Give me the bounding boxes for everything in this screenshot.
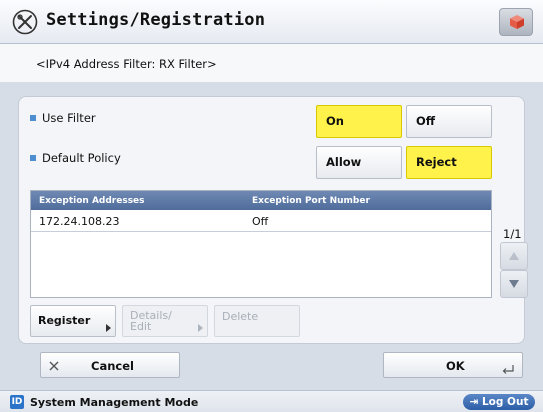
cancel-label: Cancel: [91, 359, 134, 373]
use-filter-on-button[interactable]: On: [316, 105, 402, 138]
column-header-port: Exception Port Number: [252, 196, 370, 206]
details-edit-button[interactable]: Details/ Edit: [122, 305, 208, 337]
ok-label: OK: [446, 359, 465, 373]
delete-button[interactable]: Delete: [214, 305, 300, 337]
settings-screen: Settings/Registration <IPv4 Address Filt…: [0, 0, 543, 412]
logout-label: Log Out: [481, 396, 529, 408]
use-filter-label-text: Use Filter: [42, 111, 96, 125]
cube-icon: [510, 15, 524, 29]
cancel-button[interactable]: Cancel: [40, 352, 180, 378]
header: Settings/Registration: [0, 0, 543, 44]
arrow-right-icon: [106, 324, 111, 332]
enter-arrow-icon: [502, 365, 514, 374]
settings-tools-icon: [12, 9, 38, 35]
default-policy-reject-button[interactable]: Reject: [406, 146, 492, 179]
use-filter-off-button[interactable]: Off: [406, 105, 492, 138]
bullet-icon: [30, 154, 36, 161]
arrow-right-icon: [198, 324, 203, 332]
cell-port: Off: [252, 215, 269, 228]
scroll-down-button[interactable]: [500, 270, 528, 298]
ok-button[interactable]: OK: [383, 352, 523, 378]
logout-icon: ⇥: [469, 396, 479, 408]
triangle-up-icon: [509, 252, 519, 260]
close-icon: [49, 361, 59, 371]
exception-table: Exception Addresses Exception Port Numbe…: [30, 190, 492, 298]
details-edit-label-line2: Edit: [130, 320, 152, 333]
section-subtitle: <IPv4 Address Filter: RX Filter>: [36, 57, 217, 71]
default-policy-label: Default Policy: [30, 151, 121, 165]
table-header: Exception Addresses Exception Port Numbe…: [31, 191, 491, 210]
bullet-icon: [30, 114, 36, 121]
default-policy-label-text: Default Policy: [42, 151, 121, 165]
register-label: Register: [38, 314, 91, 327]
register-button[interactable]: Register: [30, 305, 116, 337]
status-monitor-button[interactable]: [499, 8, 533, 36]
page-title: Settings/Registration: [46, 10, 266, 30]
default-policy-allow-button[interactable]: Allow: [316, 146, 402, 179]
page-indicator: 1/1: [503, 227, 522, 241]
table-row[interactable]: 172.24.108.23 Off: [31, 210, 491, 232]
triangle-down-icon: [509, 280, 519, 288]
mode-text: System Management Mode: [30, 396, 199, 409]
use-filter-label: Use Filter: [30, 111, 96, 125]
logout-button[interactable]: ⇥ Log Out: [463, 394, 535, 410]
cell-address: 172.24.108.23: [39, 215, 120, 228]
status-bar: ID System Management Mode ⇥ Log Out: [0, 390, 543, 412]
id-badge-icon: ID: [10, 395, 24, 409]
column-header-addresses: Exception Addresses: [39, 196, 145, 206]
scroll-up-button[interactable]: [500, 242, 528, 270]
